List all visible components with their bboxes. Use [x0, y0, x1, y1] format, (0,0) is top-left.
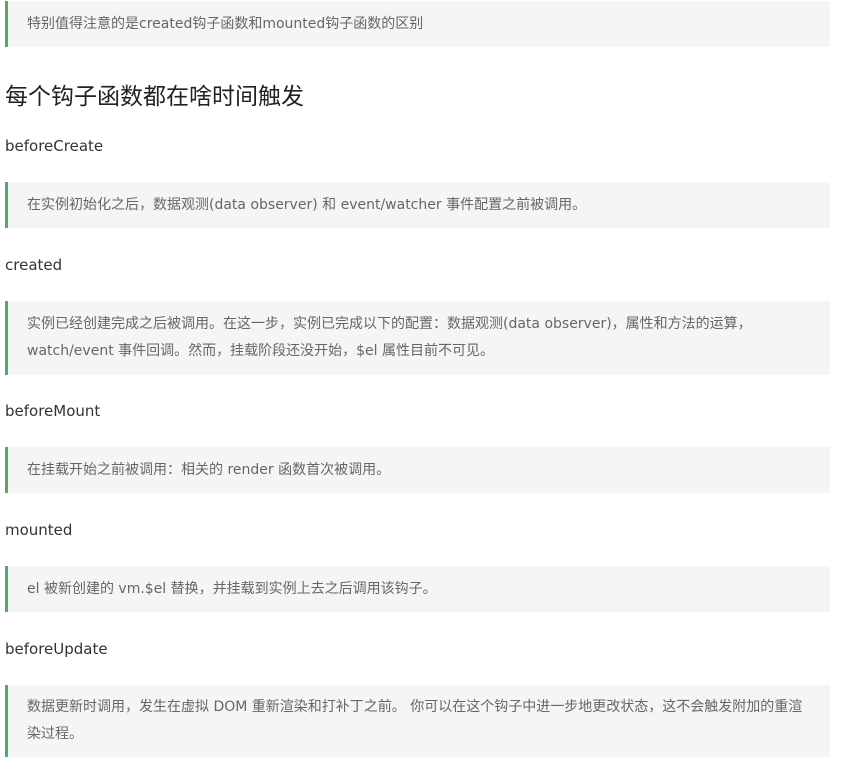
hook-description-beforeupdate: 数据更新时调用，发生在虚拟 DOM 重新渲染和打补丁之前。 你可以在这个钩子中进…	[5, 685, 830, 757]
hook-description-text: 在挂载开始之前被调用：相关的 render 函数首次被调用。	[27, 461, 391, 478]
hook-name-created: created	[5, 256, 63, 274]
hook-description-beforemount: 在挂载开始之前被调用：相关的 render 函数首次被调用。	[5, 447, 830, 493]
hook-name-mounted: mounted	[5, 521, 73, 539]
section-heading: 每个钩子函数都在啥时间触发	[5, 84, 304, 110]
hook-name-beforecreate: beforeCreate	[5, 137, 104, 155]
hook-description-created: 实例已经创建完成之后被调用。在这一步，实例已完成以下的配置：数据观测(data …	[5, 301, 830, 375]
hook-description-mounted: el 被新创建的 vm.$el 替换，并挂载到实例上去之后调用该钩子。	[5, 566, 830, 612]
hook-description-text: 实例已经创建完成之后被调用。在这一步，实例已完成以下的配置：数据观测(data …	[27, 316, 752, 359]
hook-description-text: el 被新创建的 vm.$el 替换，并挂载到实例上去之后调用该钩子。	[27, 580, 437, 597]
note-blockquote: 特别值得注意的是created钩子函数和mounted钩子函数的区别	[5, 1, 830, 47]
hook-description-text: 数据更新时调用，发生在虚拟 DOM 重新渲染和打补丁之前。 你可以在这个钩子中进…	[27, 699, 803, 742]
hook-description-beforecreate: 在实例初始化之后，数据观测(data observer) 和 event/wat…	[5, 182, 830, 228]
hook-name-beforeupdate: beforeUpdate	[5, 640, 108, 658]
hook-name-beforemount: beforeMount	[5, 402, 101, 420]
note-text: 特别值得注意的是created钩子函数和mounted钩子函数的区别	[27, 15, 424, 32]
hook-description-text: 在实例初始化之后，数据观测(data observer) 和 event/wat…	[27, 196, 587, 213]
